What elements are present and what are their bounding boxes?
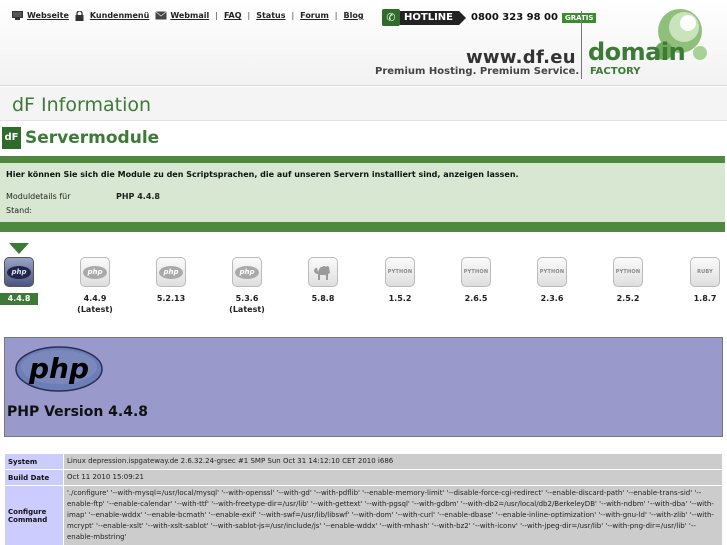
nav-webseite-label[interactable]: Webseite — [27, 11, 69, 20]
python-icon-label: PYTHON — [539, 269, 565, 275]
nav-faq[interactable]: FAQ — [224, 11, 242, 20]
php-logo-icon: php — [14, 345, 104, 397]
site-header: Webseite Kundenmenü Webmail | FAQ | Stat… — [0, 0, 727, 86]
green-divider — [0, 156, 725, 163]
nav-separator: | — [334, 11, 338, 20]
module-version[interactable]: 4.4.8 — [0, 293, 38, 305]
table-row: Configure Command './configure' '--with-… — [4, 485, 723, 545]
section-title: Servermodule — [25, 128, 160, 148]
row-value: Linux depression.ispgateway.de 2.6.32.24… — [63, 453, 723, 470]
php-icon-label: php — [7, 265, 31, 279]
site-tagline: Premium Hosting. Premium Service. — [375, 66, 580, 77]
header-divider — [581, 11, 582, 79]
ruby-icon[interactable]: RUBY — [690, 257, 720, 287]
lock-icon — [75, 10, 86, 21]
envelope-icon — [155, 11, 168, 20]
page-title: dF Information — [12, 94, 152, 116]
nav-webmail-label[interactable]: Webmail — [170, 11, 209, 20]
selected-arrow-icon — [9, 243, 29, 254]
table-row: System Linux depression.ispgateway.de 2.… — [4, 453, 723, 470]
php-info-header: php PHP Version 4.4.8 — [4, 337, 723, 437]
nav-webseite[interactable]: Webseite — [12, 11, 69, 20]
php-icon[interactable]: php — [232, 257, 262, 287]
module-version[interactable]: 5.8.8 — [293, 293, 353, 305]
php-version-title: PHP Version 4.4.8 — [7, 404, 149, 420]
python-icon[interactable]: PYTHON — [613, 257, 643, 287]
php-icon[interactable]: php — [156, 257, 186, 287]
module-tab[interactable]: 5.8.8 — [293, 257, 353, 305]
python-icon-label: PYTHON — [615, 269, 641, 275]
nav-status[interactable]: Status — [256, 11, 285, 20]
module-version[interactable]: 2.6.5 — [446, 293, 506, 305]
module-version-note: (Latest) — [77, 305, 113, 314]
python-icon[interactable]: PYTHON — [385, 257, 415, 287]
nav-blog[interactable]: Blog — [344, 11, 364, 20]
green-divider — [0, 222, 725, 232]
module-version[interactable]: 4.4.9 — [65, 293, 125, 305]
perl-icon[interactable] — [308, 257, 338, 287]
hotline: ✆ HOTLINE 0800 323 98 00 GRATIS — [382, 9, 597, 26]
df-badge-icon: dF — [2, 127, 21, 149]
table-row: Build Date Oct 11 2010 15:09:21 — [4, 469, 723, 486]
python-icon-label: PYTHON — [463, 269, 489, 275]
camel-icon — [314, 266, 330, 280]
module-version[interactable]: 2.3.6 — [522, 293, 582, 305]
module-tab[interactable]: RUBY 1.8.7 — [675, 257, 727, 305]
module-tab[interactable]: PYTHON 2.3.6 — [522, 257, 582, 305]
php-info-table: System Linux depression.ispgateway.de 2.… — [4, 453, 723, 545]
details-label: Moduldetails für — [6, 192, 71, 201]
nav-separator: | — [215, 11, 218, 20]
row-key: Configure Command — [4, 485, 64, 545]
module-version[interactable]: 5.3.6 — [217, 293, 277, 305]
row-key: Build Date — [4, 469, 64, 486]
description-panel: Hier können Sie sich die Module zu den S… — [0, 163, 725, 222]
python-icon[interactable]: PYTHON — [537, 257, 567, 287]
gratis-badge: GRATIS — [561, 12, 597, 23]
nav-kundenmenue[interactable]: Kundenmenü — [75, 10, 149, 21]
module-version[interactable]: 1.5.2 — [370, 293, 430, 305]
module-version[interactable]: 2.5.2 — [598, 293, 658, 305]
module-version-note: (Latest) — [229, 305, 265, 314]
row-value: Oct 11 2010 15:09:21 — [63, 469, 723, 486]
php-logo-text: php — [28, 352, 89, 385]
hotline-number: 0800 323 98 00 — [470, 12, 558, 23]
site-url: www.df.eu — [466, 47, 576, 68]
row-key: System — [4, 453, 64, 470]
module-version[interactable]: 5.2.13 — [141, 293, 201, 305]
php-icon-label: php — [159, 265, 183, 279]
php-icon-label: php — [83, 265, 107, 279]
section-heading: dF Servermodule — [2, 127, 159, 149]
ruby-icon-label: RUBY — [697, 269, 713, 275]
top-navigation: Webseite Kundenmenü Webmail | FAQ | Stat… — [12, 10, 370, 21]
nav-separator: | — [291, 11, 295, 20]
nav-separator: | — [247, 11, 251, 20]
nav-kundenmenue-label[interactable]: Kundenmenü — [90, 11, 149, 20]
nav-webmail[interactable]: Webmail — [155, 11, 209, 20]
python-icon[interactable]: PYTHON — [461, 257, 491, 287]
module-tab[interactable]: php 4.4.9 (Latest) — [65, 257, 125, 314]
page-title-bar: dF Information — [0, 87, 727, 121]
php-icon-label: php — [235, 265, 259, 279]
details-value: PHP 4.4.8 — [116, 192, 160, 201]
module-tab[interactable]: php 4.4.8 — [0, 257, 49, 305]
python-icon-label: PYTHON — [387, 269, 413, 275]
hotline-label: HOTLINE — [400, 10, 466, 25]
module-version[interactable]: 1.8.7 — [675, 293, 727, 305]
module-tab[interactable]: php 5.3.6 (Latest) — [217, 257, 277, 314]
php-icon[interactable]: php — [4, 257, 34, 287]
phone-icon: ✆ — [382, 9, 400, 26]
nav-forum[interactable]: Forum — [300, 11, 329, 20]
module-tab[interactable]: php 5.2.13 — [141, 257, 201, 305]
logo-subtitle: FACTORY — [590, 66, 641, 77]
module-tab[interactable]: PYTHON 1.5.2 — [370, 257, 430, 305]
row-value: './configure' '--with-mysql=/usr/local/m… — [63, 485, 723, 545]
php-icon[interactable]: php — [80, 257, 110, 287]
stand-label: Stand: — [6, 206, 32, 215]
description-text: Hier können Sie sich die Module zu den S… — [6, 170, 519, 179]
module-tab[interactable]: PYTHON 2.6.5 — [446, 257, 506, 305]
module-tab[interactable]: PYTHON 2.5.2 — [598, 257, 658, 305]
logo-wordmark[interactable]: domain — [588, 38, 686, 66]
monitor-icon — [12, 11, 23, 20]
